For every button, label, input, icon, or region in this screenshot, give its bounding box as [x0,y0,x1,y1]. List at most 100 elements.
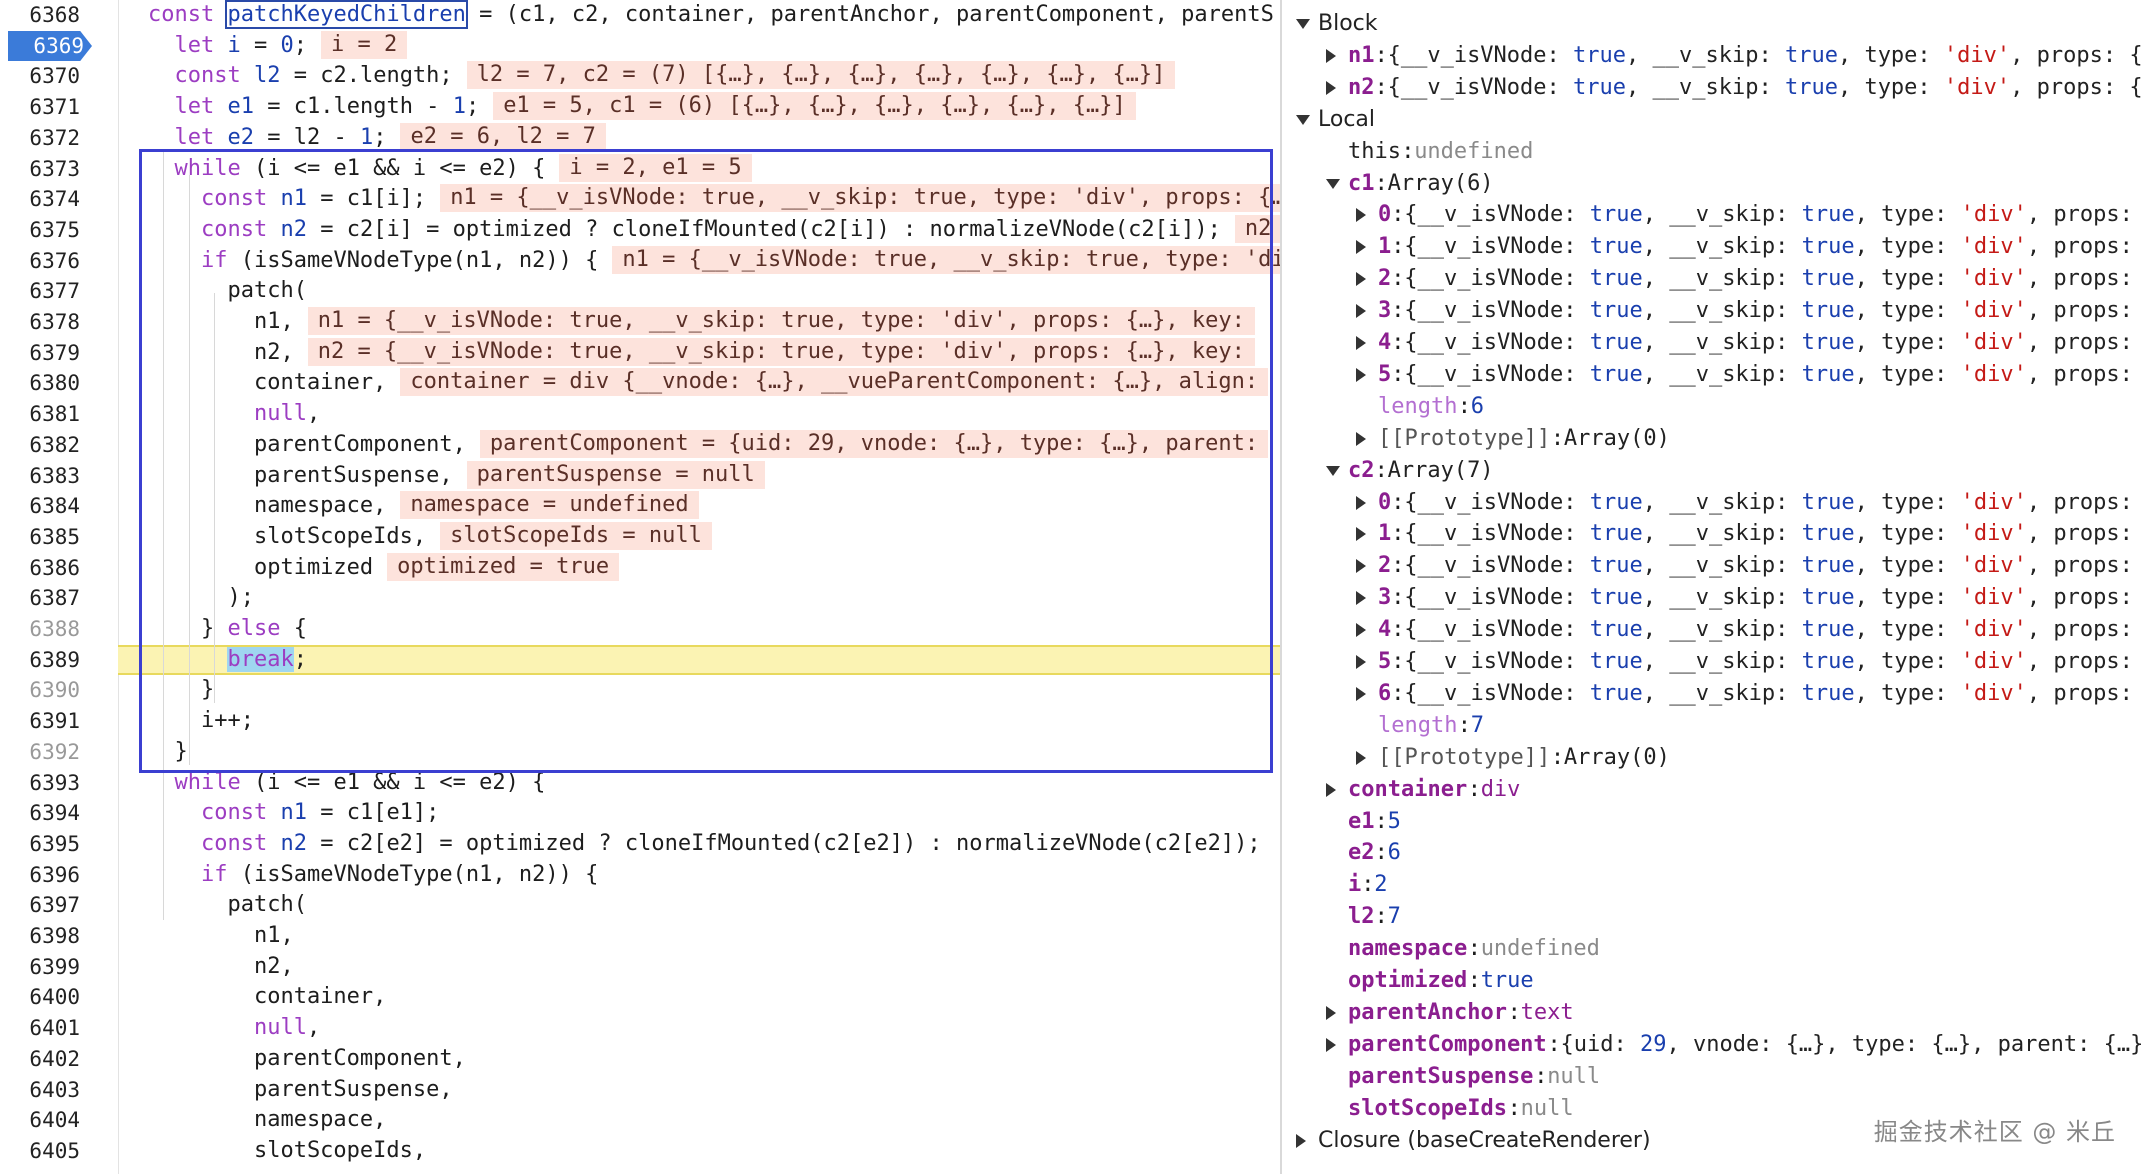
scope-property[interactable]: [[Prototype]][[Prototype]]Array(0): [1282,423,2146,454]
code-line[interactable]: let i = 0; i = 2 [118,31,1280,61]
scope-property[interactable]: 00{__v_isVNode: true, __v_skip: true, ty… [1282,487,2146,518]
expand-triangle-icon[interactable] [1296,19,1310,29]
expand-triangle-icon[interactable] [1296,115,1310,125]
collapse-triangle-icon[interactable] [1356,432,1366,446]
code-line[interactable]: while (i <= e1 && i <= e2) { [118,768,1280,798]
code-line[interactable]: n2, n2 = {__v_isVNode: true, __v_skip: tr… [118,338,1280,368]
line-number[interactable]: 6388 [0,614,80,644]
scope-property[interactable]: 66{__v_isVNode: true, __v_skip: true, ty… [1282,678,2146,709]
line-number[interactable]: 6378 [0,307,80,337]
line-number[interactable]: 6396 [0,860,80,890]
code-line[interactable]: null, [118,1013,1280,1043]
code-line[interactable]: n1, [118,921,1280,951]
code-line[interactable]: container, container = div {__vnode: {…},… [118,368,1280,398]
collapse-triangle-icon[interactable] [1356,208,1366,222]
line-number[interactable]: 6391 [0,706,80,736]
code-line[interactable]: } [118,675,1280,705]
collapse-triangle-icon[interactable] [1326,783,1336,797]
collapse-triangle-icon[interactable] [1326,1006,1336,1020]
code-line[interactable]: namespace, namespace = undefined [118,491,1280,521]
code-line[interactable]: parentSuspense, parentSuspense = null [118,461,1280,491]
line-number[interactable]: 6383 [0,461,80,491]
line-number[interactable]: 6403 [0,1075,80,1105]
source-code-pane[interactable]: 6368 6369 6370 6371 6372 6373 6374 6375 6376 6377… [0,0,1280,1174]
code-line[interactable]: parentComponent, parentComponent = {uid: … [118,430,1280,460]
scope-property[interactable]: c2c2Array(7): [1282,455,2146,486]
line-number[interactable]: 6393 [0,768,80,798]
scope-property[interactable]: 22{__v_isVNode: true, __v_skip: true, ty… [1282,550,2146,581]
scope-property[interactable]: c1c1Array(6): [1282,168,2146,199]
code-line[interactable]: } [118,737,1280,767]
line-number[interactable]: 6402 [0,1044,80,1074]
collapse-triangle-icon[interactable] [1356,591,1366,605]
collapse-triangle-icon[interactable] [1356,336,1366,350]
code-line[interactable]: let e2 = l2 - 1; e2 = 6, l2 = 7 [118,123,1280,153]
line-number[interactable]: 6374 [0,184,80,214]
line-number[interactable]: 6379 [0,338,80,368]
collapse-triangle-icon[interactable] [1356,655,1366,669]
scope-property[interactable]: 11{__v_isVNode: true, __v_skip: true, ty… [1282,231,2146,262]
line-number[interactable]: 6405 [0,1136,80,1166]
line-number[interactable]: 6381 [0,399,80,429]
code-line[interactable]: } else { [118,614,1280,644]
code-line[interactable]: i++; [118,706,1280,736]
line-number[interactable]: 6372 [0,123,80,153]
code-line[interactable]: slotScopeIds, [118,1136,1280,1166]
line-number[interactable]: 6389 [0,645,80,675]
collapse-triangle-icon[interactable] [1356,687,1366,701]
scope-property[interactable]: containercontainerdiv: [1282,774,2146,805]
collapse-triangle-icon[interactable] [1326,1038,1336,1052]
code-line[interactable]: const l2 = c2.length; l2 = 7, c2 = (7) [{… [118,61,1280,91]
expand-triangle-icon[interactable] [1326,179,1340,189]
code-line[interactable]: const n2 = c2[e2] = optimized ? cloneIfM… [118,829,1280,859]
collapse-triangle-icon[interactable] [1356,559,1366,573]
code-line[interactable]: const n2 = c2[i] = optimized ? cloneIfMo… [118,215,1280,245]
code-line[interactable]: patch( [118,890,1280,920]
scope-section-header[interactable]: Local [1282,104,2146,135]
collapse-triangle-icon[interactable] [1356,368,1366,382]
scope-property[interactable]: n2n2{__v_isVNode: true, __v_skip: true, … [1282,72,2146,103]
scope-property[interactable]: 55{__v_isVNode: true, __v_skip: true, ty… [1282,359,2146,390]
code-line[interactable]: const patchKeyedChildren = (c1, c2, cont… [118,0,1280,30]
code-line[interactable]: parentComponent, [118,1044,1280,1074]
code-line[interactable]: n2, [118,952,1280,982]
scope-property[interactable]: 33{__v_isVNode: true, __v_skip: true, ty… [1282,582,2146,613]
line-number[interactable]: 6387 [0,583,80,613]
collapse-triangle-icon[interactable] [1356,623,1366,637]
scope-property[interactable]: 33{__v_isVNode: true, __v_skip: true, ty… [1282,295,2146,326]
collapse-triangle-icon[interactable] [1356,496,1366,510]
scope-section-header[interactable]: Block [1282,8,2146,39]
code-line[interactable]: namespace, [118,1105,1280,1135]
code-line[interactable]: if (isSameVNodeType(n1, n2)) {n1 = {__v_… [118,246,1280,276]
line-number[interactable]: 6384 [0,491,80,521]
collapse-triangle-icon[interactable] [1296,1134,1306,1148]
paused-code-line[interactable]: break; [118,645,1280,675]
line-number[interactable]: 6377 [0,276,80,306]
code-line[interactable]: n1, n1 = {__v_isVNode: true, __v_skip: tr… [118,307,1280,337]
scope-property[interactable]: n1n1{__v_isVNode: true, __v_skip: true, … [1282,40,2146,71]
line-number[interactable]: 6375 [0,215,80,245]
line-number[interactable]: 6392 [0,737,80,767]
collapse-triangle-icon[interactable] [1356,304,1366,318]
code-line[interactable]: optimized optimized = true [118,553,1280,583]
scope-property[interactable]: 11{__v_isVNode: true, __v_skip: true, ty… [1282,518,2146,549]
code-line[interactable]: const n1 = c1[i]; n1 = {__v_isVNode: true… [118,184,1280,214]
code-line[interactable]: parentSuspense, [118,1075,1280,1105]
code-line[interactable]: patch( [118,276,1280,306]
line-number[interactable]: 6404 [0,1105,80,1135]
line-number[interactable]: 6400 [0,982,80,1012]
scope-property[interactable]: [[Prototype]][[Prototype]]Array(0): [1282,742,2146,773]
code-line[interactable]: null, [118,399,1280,429]
code-line[interactable]: ); [118,583,1280,613]
line-number[interactable]: 6368 [0,0,80,30]
code-line[interactable]: let e1 = c1.length - 1; e1 = 5, c1 = (6) … [118,92,1280,122]
collapse-triangle-icon[interactable] [1356,751,1366,765]
line-number[interactable]: 6398 [0,921,80,951]
scope-property[interactable]: 44{__v_isVNode: true, __v_skip: true, ty… [1282,327,2146,358]
line-number[interactable]: 6371 [0,92,80,122]
collapse-triangle-icon[interactable] [1356,240,1366,254]
line-number[interactable]: 6397 [0,890,80,920]
code-line[interactable]: while (i <= e1 && i <= e2) {i = 2, e1 = … [118,154,1280,184]
collapse-triangle-icon[interactable] [1356,527,1366,541]
scope-property[interactable]: 00{__v_isVNode: true, __v_skip: true, ty… [1282,199,2146,230]
